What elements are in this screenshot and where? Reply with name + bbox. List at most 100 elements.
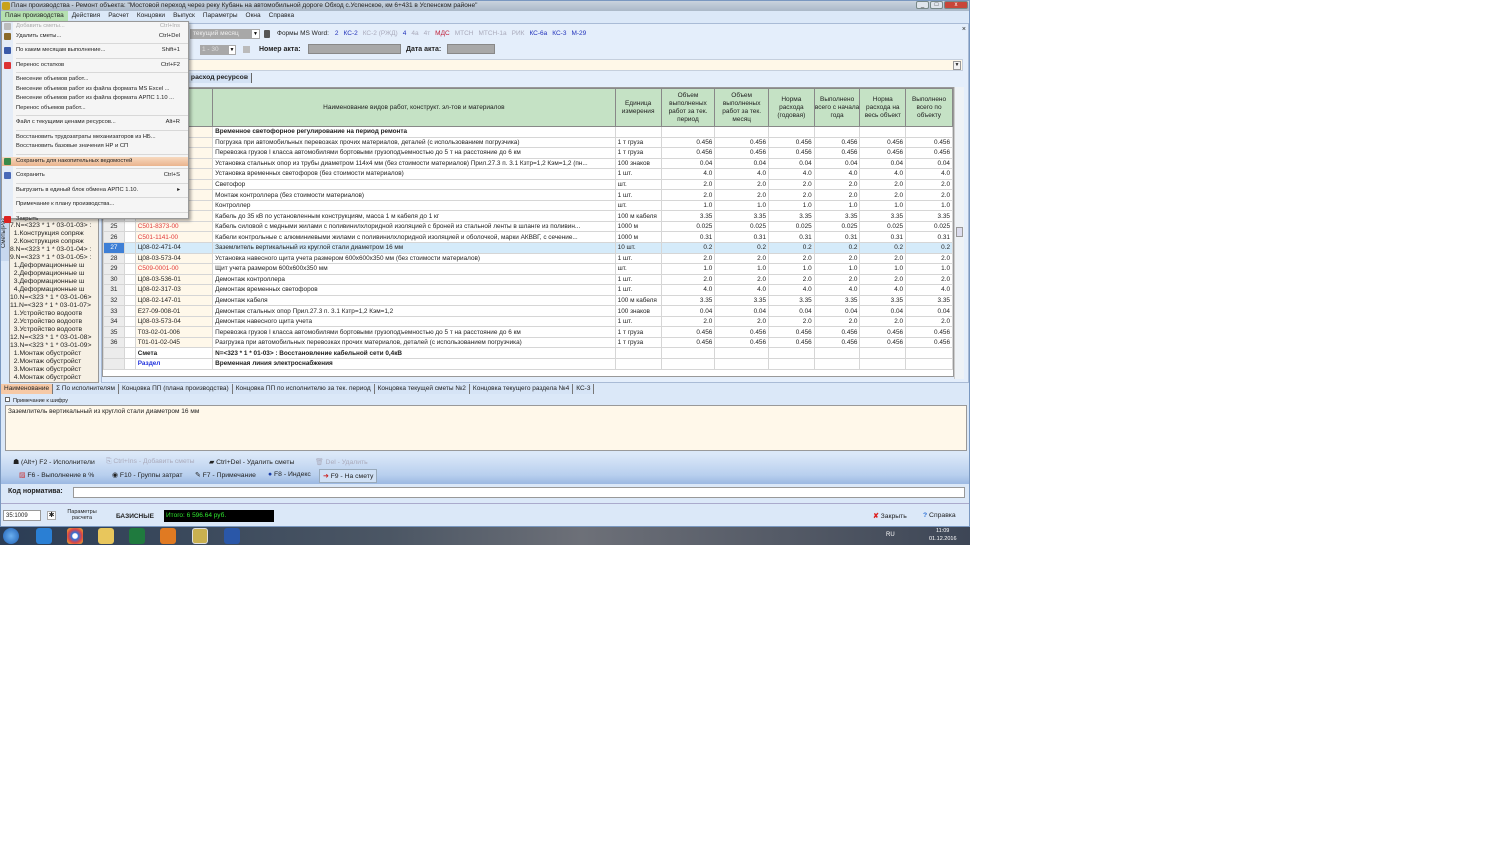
value-cell[interactable]: 4.0 bbox=[859, 168, 907, 180]
bottom-tab[interactable]: Σ По исполнителям bbox=[53, 384, 119, 394]
value-cell[interactable]: 4.0 bbox=[905, 168, 953, 180]
value-cell[interactable]: 1.0 bbox=[660, 263, 716, 275]
tree-item[interactable]: 12.N=<323 * 1 * 03-01-08> bbox=[10, 334, 98, 342]
value-cell[interactable]: 2.0 bbox=[660, 178, 716, 191]
table-row[interactable]: Монтаж контроллера (без стоимости матери… bbox=[103, 189, 953, 201]
tree-item[interactable]: 1.Конструкция сопряж bbox=[10, 230, 98, 238]
value-cell[interactable]: 2.0 bbox=[768, 189, 815, 201]
value-cell[interactable]: 1.0 bbox=[660, 199, 716, 212]
value-cell[interactable]: 2.0 bbox=[768, 178, 815, 191]
calculator-icon[interactable] bbox=[264, 30, 270, 38]
value-cell[interactable]: 0.456 bbox=[660, 136, 716, 149]
value-cell[interactable]: 0.456 bbox=[660, 147, 716, 159]
value-cell[interactable]: 0.31 bbox=[768, 231, 815, 243]
menu-item[interactable]: Выгрузить в единый блок обмена АРПС 1.10… bbox=[2, 186, 188, 196]
value-cell[interactable]: 1.0 bbox=[905, 199, 953, 212]
column-header[interactable]: Единица измерения bbox=[614, 88, 662, 127]
menu-5[interactable]: Параметры bbox=[199, 11, 242, 21]
column-header[interactable]: Наименование видов работ, конструкт. эл-… bbox=[212, 88, 616, 127]
value-cell[interactable]: 3.35 bbox=[905, 210, 953, 222]
value-cell[interactable]: 0.456 bbox=[859, 336, 907, 349]
bottom-tab[interactable]: Наименование bbox=[1, 384, 54, 394]
column-header[interactable]: Выполнено всего по объекту bbox=[905, 88, 953, 127]
close-button[interactable]: ✘ Закрыть bbox=[873, 512, 907, 520]
value-cell[interactable]: 4.0 bbox=[859, 284, 907, 296]
value-cell[interactable]: 2.0 bbox=[859, 252, 907, 265]
tree-item[interactable]: 11.N=<323 * 1 * 03-01-07> bbox=[10, 302, 98, 310]
bottom-tab[interactable]: КС-3 bbox=[573, 384, 595, 394]
value-cell[interactable] bbox=[768, 126, 815, 138]
value-cell[interactable]: 0.04 bbox=[905, 157, 953, 170]
value-cell[interactable]: 0.456 bbox=[768, 136, 815, 149]
table-row[interactable]: 26 С501-1141-00 Кабели контрольные с алюми… bbox=[103, 231, 953, 243]
table-row[interactable]: 25 С501-8373-00 Кабель силовой с медными ж… bbox=[103, 220, 953, 233]
value-cell[interactable]: 0.04 bbox=[859, 157, 907, 170]
menu-0[interactable]: План производства bbox=[1, 11, 68, 21]
table-row[interactable]: 34 Ц08-03-573-04 Демонтаж навесного щита у… bbox=[103, 315, 953, 328]
value-cell[interactable] bbox=[859, 126, 907, 138]
menu-item[interactable]: Сохранить Ctrl+S bbox=[2, 171, 188, 181]
value-cell[interactable]: 2.0 bbox=[905, 273, 953, 286]
menu-item[interactable]: Сохранить для накопительных ведомостей bbox=[2, 156, 188, 166]
value-cell[interactable]: 2.0 bbox=[859, 189, 907, 201]
value-cell[interactable]: 1.0 bbox=[813, 199, 861, 212]
value-cell[interactable] bbox=[905, 126, 953, 138]
value-cell[interactable]: 3.35 bbox=[660, 294, 716, 307]
value-cell[interactable]: 0.456 bbox=[813, 326, 861, 338]
value-cell[interactable] bbox=[813, 126, 861, 138]
estimator-app-icon[interactable] bbox=[192, 528, 208, 544]
value-cell[interactable]: 2.0 bbox=[859, 315, 907, 328]
value-cell[interactable]: 3.35 bbox=[660, 210, 716, 222]
value-cell[interactable]: 1.0 bbox=[859, 263, 907, 275]
value-cell[interactable]: 0.456 bbox=[905, 147, 953, 159]
code-input[interactable] bbox=[73, 487, 965, 498]
value-cell[interactable]: 2.0 bbox=[660, 189, 716, 201]
value-cell[interactable] bbox=[768, 347, 815, 360]
value-cell[interactable]: 2.0 bbox=[768, 315, 815, 328]
value-cell[interactable]: 0.04 bbox=[714, 157, 770, 170]
value-cell[interactable]: 0.04 bbox=[660, 157, 716, 170]
value-cell[interactable]: 2.0 bbox=[813, 189, 861, 201]
value-cell[interactable]: 3.35 bbox=[905, 294, 953, 307]
value-cell[interactable]: 0.04 bbox=[813, 157, 861, 170]
value-cell[interactable]: 0.456 bbox=[905, 336, 953, 349]
bottom-tab[interactable]: Концовка текущего раздела №4 bbox=[469, 384, 574, 394]
value-cell[interactable]: 0.456 bbox=[768, 336, 815, 349]
column-header[interactable]: Объем выполненых работ за тек. период bbox=[660, 88, 716, 127]
column-header[interactable]: Норма расхода на весь объект bbox=[859, 88, 907, 127]
table-row[interactable]: 27 Ц08-02-471-04 Заземлитель вертикальный … bbox=[103, 242, 953, 254]
value-cell[interactable]: 2.0 bbox=[768, 273, 815, 286]
value-cell[interactable]: 0.04 bbox=[768, 305, 815, 317]
value-cell[interactable]: 1.0 bbox=[768, 263, 815, 275]
value-cell[interactable] bbox=[714, 347, 770, 360]
tree-item[interactable]: 3.Деформационные ш bbox=[10, 278, 98, 286]
table-row[interactable]: 36 Т01-01-02-045 Разгрузка при автомобильн… bbox=[103, 336, 953, 349]
menu-6[interactable]: Окна bbox=[242, 11, 265, 21]
table-row[interactable]: 32 Ц08-02-147-01 Демонтаж кабеля 100 м кабе… bbox=[103, 294, 953, 307]
help-button[interactable]: ? Справка bbox=[923, 512, 956, 519]
tree-item[interactable]: 2.Деформационные ш bbox=[10, 270, 98, 278]
tree-item[interactable]: 10.N=<323 * 1 * 03-01-06> bbox=[10, 294, 98, 302]
value-cell[interactable]: 0.456 bbox=[660, 336, 716, 349]
value-cell[interactable]: 0.025 bbox=[859, 220, 907, 233]
column-header[interactable]: Норма расхода (годовая) bbox=[768, 88, 815, 127]
word-form-link[interactable]: РИК bbox=[512, 30, 525, 37]
table-row[interactable]: Перевозка грузов I класса автомобилями б… bbox=[103, 147, 953, 159]
value-cell[interactable] bbox=[859, 347, 907, 360]
language-indicator[interactable]: RU bbox=[886, 532, 895, 538]
add-estimates-button[interactable]: ⎘ Ctrl+Ins - Добавить сметы bbox=[106, 458, 195, 466]
note-checkbox[interactable] bbox=[5, 397, 10, 402]
note-checkbox-row[interactable]: Примечание к шифру bbox=[5, 397, 68, 405]
value-cell[interactable]: 2.0 bbox=[714, 189, 770, 201]
value-cell[interactable]: 0.456 bbox=[859, 136, 907, 149]
word-form-link[interactable]: М-29 bbox=[571, 30, 586, 37]
maximize-button[interactable]: □ bbox=[930, 1, 943, 9]
value-cell[interactable]: 4.0 bbox=[813, 284, 861, 296]
menu-item[interactable]: Перенос объемов работ... bbox=[2, 104, 188, 114]
value-cell[interactable]: 2.0 bbox=[813, 252, 861, 265]
table-row[interactable]: Временное светофорное регулирование на п… bbox=[103, 126, 953, 138]
close-window-button[interactable]: x bbox=[944, 1, 968, 9]
value-cell[interactable]: 0.456 bbox=[813, 136, 861, 149]
column-header[interactable]: Выполнено всего с начала года bbox=[813, 88, 861, 127]
menu-item[interactable]: Закрыть bbox=[2, 215, 188, 225]
